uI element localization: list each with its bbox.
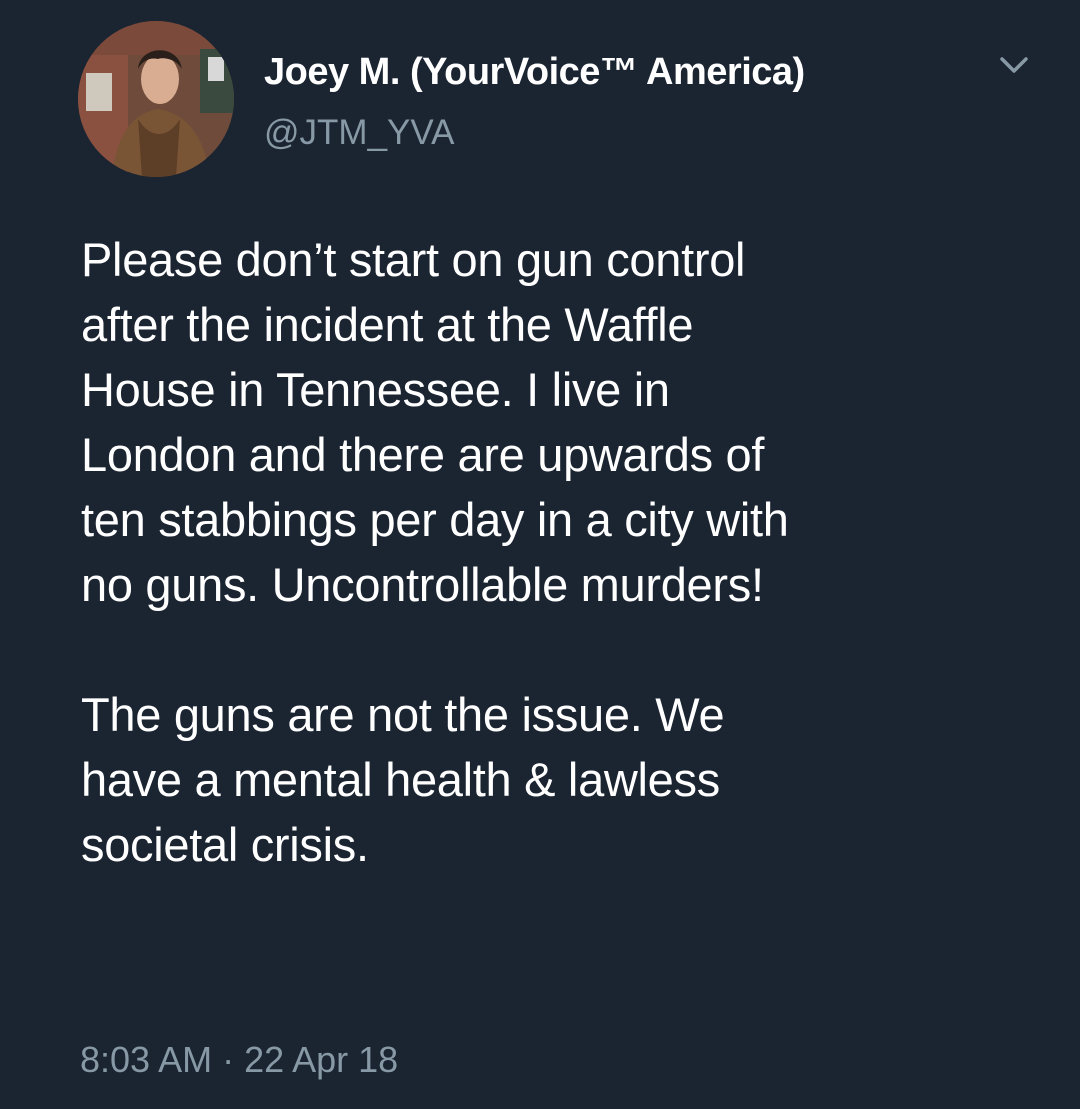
chevron-down-icon[interactable]: [994, 53, 1034, 79]
tweet-paragraph: The guns are not the issue. We have a me…: [81, 688, 725, 871]
avatar[interactable]: [78, 21, 234, 177]
handle[interactable]: @JTM_YVA: [264, 112, 454, 154]
display-name[interactable]: Joey M. (YourVoice™ America): [264, 50, 805, 94]
tweet-card: Joey M. (YourVoice™ America) @JTM_YVA Pl…: [0, 0, 1080, 1109]
tweet-text: Please don’t start on gun control after …: [81, 227, 1071, 877]
tweet-paragraph: Please don’t start on gun control after …: [81, 233, 789, 611]
avatar-image: [78, 21, 234, 177]
timestamp[interactable]: 8:03 AM · 22 Apr 18: [80, 1038, 398, 1082]
